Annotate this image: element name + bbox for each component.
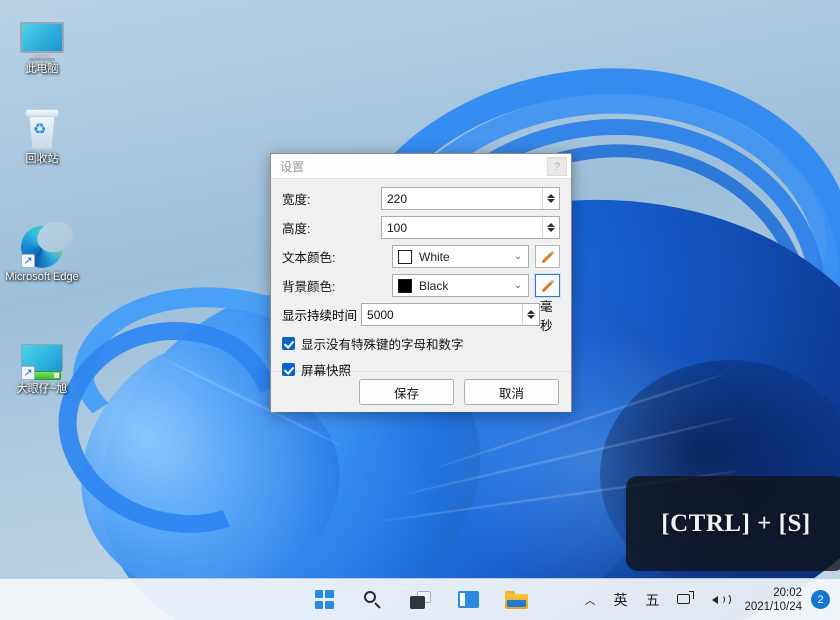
chevron-up-icon: ︿ bbox=[584, 592, 595, 608]
widgets-icon bbox=[458, 591, 479, 608]
clock-button[interactable]: 20:02 2021/10/24 bbox=[738, 586, 811, 614]
width-spinner[interactable] bbox=[381, 187, 560, 210]
chevron-down-icon[interactable]: ⌄ bbox=[508, 251, 528, 262]
task-view-button[interactable] bbox=[407, 587, 433, 613]
pencil-icon bbox=[541, 250, 555, 264]
system-tray: ︿ 英 五 20:02 2021/10/24 2 bbox=[575, 585, 832, 615]
text-color-row: 文本颜色: White ⌄ bbox=[282, 245, 560, 268]
height-row: 高度: bbox=[282, 216, 560, 239]
bg-color-value: Black bbox=[419, 279, 508, 293]
duration-input[interactable] bbox=[362, 304, 522, 325]
duration-unit-label: 毫秒 bbox=[540, 296, 560, 334]
height-input[interactable] bbox=[382, 217, 542, 238]
height-label: 高度: bbox=[282, 218, 381, 237]
ime-mode-label: 五 bbox=[645, 590, 659, 610]
height-spinner-arrows[interactable] bbox=[542, 217, 559, 238]
checkbox-label: 显示没有特殊键的字母和数字 bbox=[301, 334, 464, 353]
taskbar[interactable]: ︿ 英 五 20:02 2021/10/24 2 bbox=[0, 578, 840, 620]
shortcut-arrow-icon: ↗ bbox=[21, 366, 35, 380]
notification-badge[interactable]: 2 bbox=[811, 590, 830, 609]
checkbox-label: 屏幕快照 bbox=[301, 360, 351, 379]
duration-label: 显示持续时间 bbox=[282, 305, 361, 324]
start-button[interactable] bbox=[311, 587, 337, 613]
chevron-down-icon[interactable]: ⌄ bbox=[508, 280, 528, 291]
duration-spinner-arrows[interactable] bbox=[522, 304, 539, 325]
widgets-button[interactable] bbox=[455, 587, 481, 613]
ime-mode-button[interactable]: 五 bbox=[636, 585, 668, 615]
desktop-icon-microsoft-edge[interactable]: ↗ Microsoft Edge bbox=[4, 222, 80, 284]
search-icon bbox=[363, 590, 382, 609]
desktop-icon-app-shortcut[interactable]: ↗ 大眼仔~旭 bbox=[4, 334, 80, 396]
checkbox-show-plain-keys[interactable]: 显示没有特殊键的字母和数字 bbox=[282, 334, 560, 353]
computer-icon bbox=[4, 14, 80, 60]
ime-language-button[interactable]: 英 bbox=[604, 585, 636, 615]
clock-time: 20:02 bbox=[744, 586, 802, 600]
desktop-icon-label: 大眼仔~旭 bbox=[17, 383, 67, 396]
text-color-swatch bbox=[398, 250, 412, 264]
ime-language-label: 英 bbox=[613, 590, 627, 610]
width-spinner-arrows[interactable] bbox=[542, 188, 559, 209]
shortcut-arrow-icon: ↗ bbox=[21, 254, 35, 268]
desktop-icon-label: Microsoft Edge bbox=[5, 271, 78, 284]
bg-color-label: 背景颜色: bbox=[282, 276, 392, 295]
text-color-value: White bbox=[419, 250, 508, 264]
height-spinner[interactable] bbox=[381, 216, 560, 239]
width-row: 宽度: bbox=[282, 187, 560, 210]
save-button[interactable]: 保存 bbox=[359, 379, 454, 405]
duration-spinner[interactable] bbox=[361, 303, 540, 326]
desktop-icon-recycle-bin[interactable]: ♻ 回收站 bbox=[4, 104, 80, 166]
dialog-body: 宽度: 高度: 文本颜色: White ⌄ bbox=[271, 179, 571, 371]
recycle-bin-icon: ♻ bbox=[4, 104, 80, 150]
dialog-title: 设置 bbox=[280, 158, 547, 175]
dialog-title-bar[interactable]: 设置 ? bbox=[271, 154, 571, 179]
app-shortcut-icon: ↗ bbox=[4, 334, 80, 380]
checkbox-icon[interactable] bbox=[282, 337, 295, 350]
bg-color-swatch bbox=[398, 279, 412, 293]
cancel-button[interactable]: 取消 bbox=[464, 379, 559, 405]
network-icon bbox=[677, 593, 694, 607]
bg-color-edit-button[interactable] bbox=[535, 274, 560, 297]
help-button[interactable]: ? bbox=[547, 157, 567, 176]
settings-dialog[interactable]: 设置 ? 宽度: 高度: 文本颜色: White ⌄ bbox=[270, 153, 572, 412]
volume-icon bbox=[712, 593, 729, 607]
search-button[interactable] bbox=[359, 587, 385, 613]
desktop-icon-this-pc[interactable]: 此电脑 bbox=[4, 14, 80, 76]
task-view-icon bbox=[410, 591, 431, 609]
tray-overflow-button[interactable]: ︿ bbox=[575, 585, 604, 615]
network-button[interactable] bbox=[668, 585, 703, 615]
volume-button[interactable] bbox=[703, 585, 738, 615]
keystroke-text: [CTRL] + [S] bbox=[661, 510, 810, 538]
desktop-icon-label: 此电脑 bbox=[26, 63, 59, 76]
keystroke-overlay: [CTRL] + [S] bbox=[626, 476, 840, 571]
width-input[interactable] bbox=[382, 188, 542, 209]
duration-row: 显示持续时间 毫秒 bbox=[282, 303, 560, 326]
text-color-edit-button[interactable] bbox=[535, 245, 560, 268]
clock-date: 2021/10/24 bbox=[744, 600, 802, 614]
text-color-dropdown[interactable]: White ⌄ bbox=[392, 245, 529, 268]
file-explorer-button[interactable] bbox=[503, 587, 529, 613]
bg-color-dropdown[interactable]: Black ⌄ bbox=[392, 274, 529, 297]
pencil-icon bbox=[541, 279, 555, 293]
text-color-label: 文本颜色: bbox=[282, 247, 392, 266]
width-label: 宽度: bbox=[282, 189, 381, 208]
windows-logo-icon bbox=[315, 590, 334, 609]
edge-icon: ↗ bbox=[4, 222, 80, 268]
checkbox-icon[interactable] bbox=[282, 363, 295, 376]
bg-color-row: 背景颜色: Black ⌄ bbox=[282, 274, 560, 297]
folder-icon bbox=[505, 591, 528, 609]
desktop-icon-label: 回收站 bbox=[26, 153, 59, 166]
